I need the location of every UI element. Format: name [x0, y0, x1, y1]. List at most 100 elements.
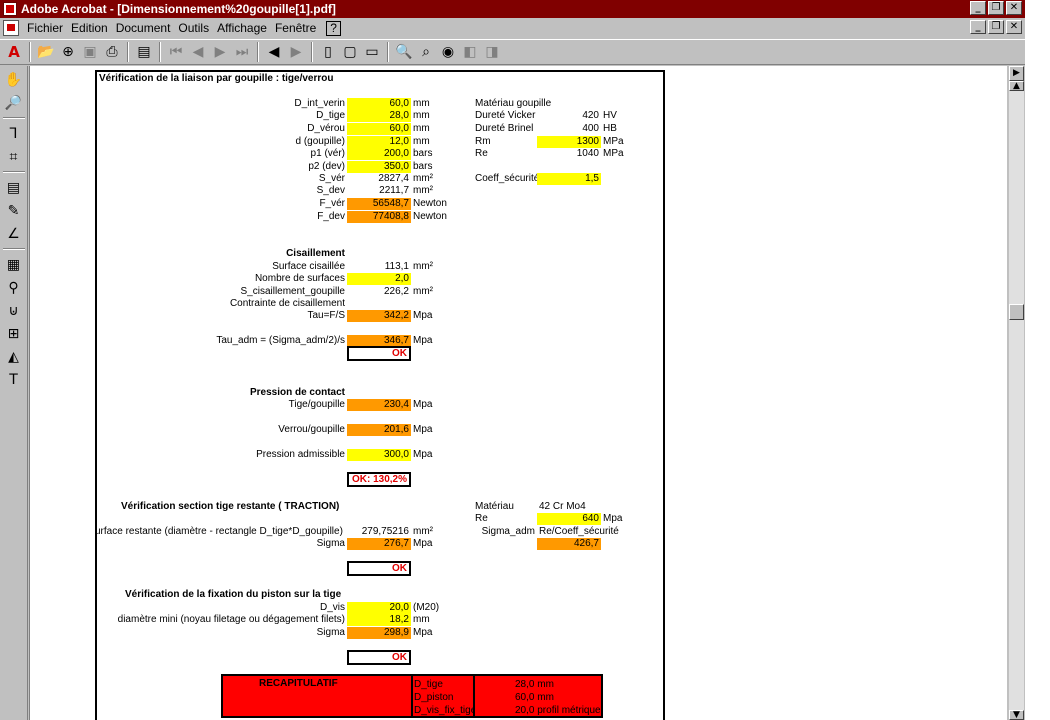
acrobat-logo-icon[interactable]: A [3, 41, 25, 63]
menu-outils[interactable]: Outils [176, 21, 215, 35]
tau-adm-unit: Mpa [413, 335, 433, 346]
doc-minimize-button[interactable]: _ [970, 20, 986, 34]
scroll-down-icon[interactable]: ▼ [1009, 710, 1024, 720]
input-value: 350,0 [347, 161, 411, 173]
form-tool-icon[interactable]: ⊞ [2, 322, 26, 345]
menu-fichier[interactable]: Fichier [25, 21, 69, 35]
materiau-value: 42 Cr Mo4 [539, 501, 586, 512]
surface-cisaillee-value: 113,1 [384, 261, 409, 272]
pencil-tool-icon[interactable]: ✎ [2, 199, 26, 222]
sigma-adm-label: Sigma_adm [481, 526, 535, 537]
restore-button[interactable]: ❐ [988, 1, 1004, 15]
tige-goupille-label: Tige/goupille [288, 399, 345, 410]
recap-labels-box: D_tige D_piston D_vis_fix_tige [411, 674, 475, 718]
doc-close-button[interactable]: ✕ [1006, 20, 1022, 34]
materiau-label: Matériau [475, 501, 514, 512]
vertical-scrollbar[interactable]: ▶ ▲ ▼ [1008, 66, 1024, 720]
recap-values-box: 28,0 mm 60,0 mm 20,0 profil métrique [473, 674, 603, 718]
show-navigation-pane-icon[interactable]: ▤ [133, 41, 155, 63]
web-search-icon[interactable]: ◉ [437, 41, 459, 63]
link-tool-icon[interactable]: ⊍ [2, 299, 26, 322]
input-unit: mm² [413, 173, 433, 184]
pression-adm-unit: Mpa [413, 449, 433, 460]
input-value: 2211,7 [379, 185, 409, 196]
tools-separator [2, 248, 25, 250]
fixation-sigma-label: Sigma [316, 627, 345, 638]
recap-title: RECAPITULATIF [259, 678, 338, 689]
minimize-button[interactable]: _ [970, 1, 986, 15]
material-label: Dureté Vicker [475, 110, 536, 121]
input-value: 60,0 [347, 123, 411, 135]
material-value: 1300 [537, 136, 601, 148]
previous-highlight-icon[interactable]: ◧ [459, 41, 481, 63]
highlight-tool-icon[interactable]: ◭ [2, 345, 26, 368]
sigma-adm-formula: Re/Coeff_sécurité [539, 526, 619, 537]
recap-value-dtige: 28,0 mm [515, 679, 554, 690]
fit-page-icon[interactable]: ▢ [339, 41, 361, 63]
menu-fenetre[interactable]: Fenêtre [273, 21, 322, 35]
next-highlight-icon[interactable]: ◨ [481, 41, 503, 63]
last-page-icon[interactable]: ⏭ [231, 41, 253, 63]
dvis-unit: (M20) [413, 602, 440, 613]
tau-value: 342,2 [347, 310, 411, 322]
touchup-text-tool-icon[interactable]: T [2, 368, 26, 391]
nb-surfaces-label: Nombre de surfaces [254, 273, 345, 284]
s-cisaillement-value: 226,2 [383, 286, 409, 297]
fixation-sigma-unit: Mpa [413, 627, 433, 638]
input-value: 77408,8 [347, 211, 411, 223]
go-forward-icon[interactable]: ▶ [285, 41, 307, 63]
find-icon[interactable]: 🔍 [393, 41, 415, 63]
material-unit: MPa [603, 148, 624, 159]
fit-width-icon[interactable]: ▭ [361, 41, 383, 63]
hand-tool-icon[interactable]: ✋ [2, 68, 26, 91]
next-page-icon[interactable]: ▶ [209, 41, 231, 63]
movie-tool-icon[interactable]: ▦ [2, 253, 26, 276]
surface-restante-value: 279,75216 [361, 526, 409, 537]
menu-edition[interactable]: Edition [69, 21, 114, 35]
verrou-goupille-label: Verrou/goupille [278, 424, 345, 435]
input-label: S_dev [316, 185, 345, 196]
pression-ok-badge: OK: 130,2% [347, 472, 411, 487]
dmin-label: diamètre mini (noyau filetage ou dégagem… [117, 614, 345, 625]
cisaillement-ok-badge: OK [347, 346, 411, 361]
scroll-thumb[interactable] [1009, 304, 1024, 320]
attach-tool-icon[interactable]: ⚲ [2, 276, 26, 299]
scroll-page-right-icon[interactable]: ▶ [1009, 66, 1024, 81]
fixation-ok-badge: OK [347, 650, 411, 665]
dvis-value: 20,0 [347, 602, 411, 614]
open-folder-icon[interactable]: 📂 [35, 41, 57, 63]
save-icon[interactable]: ▣ [79, 41, 101, 63]
doc-restore-button[interactable]: ❐ [988, 20, 1004, 34]
scroll-up-icon[interactable]: ▲ [1009, 81, 1024, 91]
menu-document[interactable]: Document [114, 21, 177, 35]
tige-goupille-value: 230,4 [347, 399, 411, 411]
search-icon[interactable]: ⌕ [415, 41, 437, 63]
line-tool-icon[interactable]: ∠ [2, 222, 26, 245]
crop-tool-icon[interactable]: ⌗ [2, 145, 26, 168]
input-unit: Newton [413, 198, 447, 209]
text-select-tool-icon[interactable]: Ꞁ [2, 122, 26, 145]
zoom-tool-icon[interactable]: 🔎 [2, 91, 26, 114]
note-tool-icon[interactable]: ▤ [2, 176, 26, 199]
fixation-sigma-value: 298,9 [347, 627, 411, 639]
document-view[interactable]: Vérification de la liaison par goupille … [35, 66, 1007, 720]
section-heading: Vérification de la liaison par goupille … [99, 73, 334, 84]
menu-help[interactable]: ? [326, 20, 341, 36]
traction-sigma-unit: Mpa [413, 538, 433, 549]
document-icon[interactable] [3, 20, 19, 36]
coeff-label: Coeff_sécurité [475, 173, 540, 184]
fixation-title: Vérification de la fixation du piston su… [125, 589, 342, 600]
close-button[interactable]: ✕ [1006, 1, 1022, 15]
previous-page-icon[interactable]: ◀ [187, 41, 209, 63]
input-label: p2 (dev) [308, 161, 345, 172]
first-page-icon[interactable]: ⏮ [165, 41, 187, 63]
main-toolbar: A 📂 ⊕ ▣ ⎙ ▤ ⏮ ◀ ▶ ⏭ ◀ ▶ ▯ ▢ ▭ 🔍 ⌕ ◉ ◧ ◨ [0, 39, 1026, 65]
re-unit: Mpa [603, 513, 623, 524]
go-back-icon[interactable]: ◀ [263, 41, 285, 63]
menu-bar: Fichier Edition Document Outils Affichag… [0, 18, 1026, 38]
menu-affichage[interactable]: Affichage [215, 21, 273, 35]
print-icon[interactable]: ⎙ [101, 41, 123, 63]
tige-goupille-unit: Mpa [413, 399, 433, 410]
actual-size-icon[interactable]: ▯ [317, 41, 339, 63]
open-web-icon[interactable]: ⊕ [57, 41, 79, 63]
